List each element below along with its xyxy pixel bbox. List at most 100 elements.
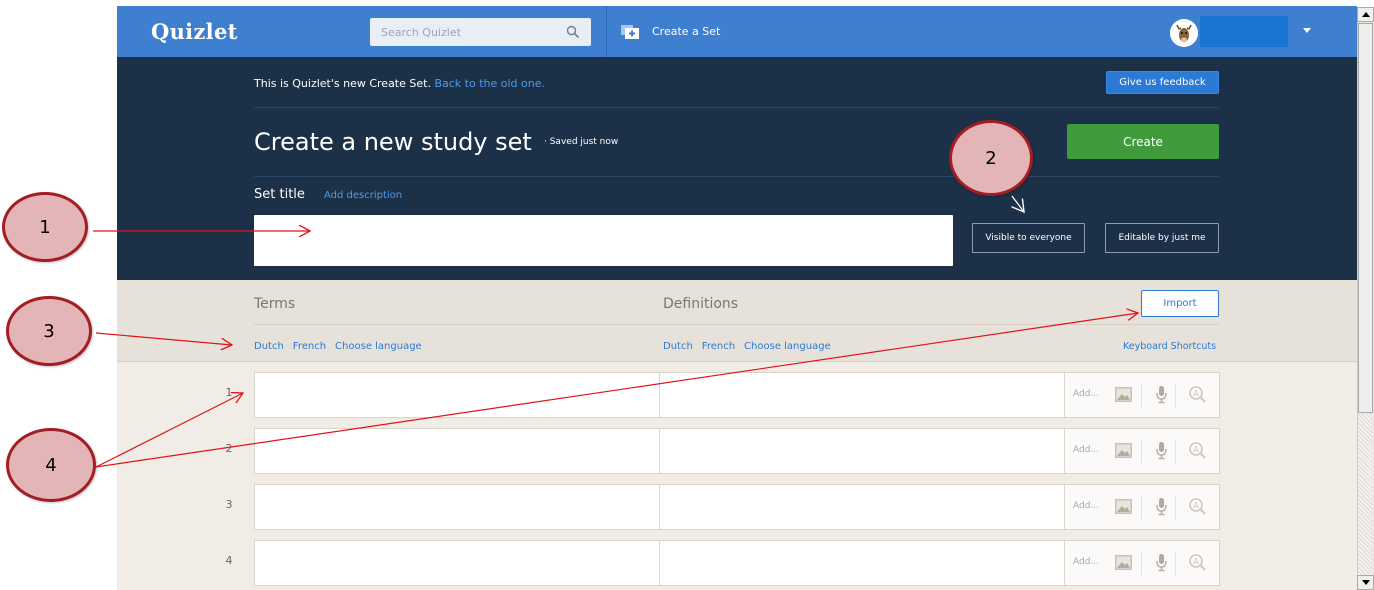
create-set-link[interactable]: Create a Set bbox=[620, 6, 720, 57]
def-lang-dutch[interactable]: Dutch bbox=[663, 341, 693, 352]
card-row: 3 Add... A bbox=[117, 484, 1357, 530]
import-button[interactable]: Import bbox=[1141, 290, 1219, 317]
quizlet-logo[interactable]: Quizlet bbox=[151, 19, 238, 44]
microphone-icon[interactable] bbox=[1152, 385, 1171, 404]
scroll-down-button[interactable] bbox=[1357, 575, 1374, 590]
term-lang-french[interactable]: French bbox=[293, 341, 326, 352]
tool-separator bbox=[1141, 439, 1142, 463]
set-title-input[interactable] bbox=[254, 215, 953, 266]
search-input[interactable] bbox=[370, 18, 591, 46]
arrow-down-icon bbox=[1362, 580, 1370, 585]
card-tools: Add... A bbox=[1065, 541, 1219, 585]
add-label: Add... bbox=[1073, 445, 1100, 455]
avatar[interactable] bbox=[1170, 19, 1198, 47]
image-icon[interactable] bbox=[1114, 441, 1133, 460]
card-row: 1 Add... A bbox=[117, 372, 1357, 418]
image-icon[interactable] bbox=[1114, 553, 1133, 572]
chevron-down-icon[interactable] bbox=[1303, 28, 1311, 33]
search-image-icon[interactable]: A bbox=[1188, 497, 1207, 516]
term-choose-language[interactable]: Choose language bbox=[335, 341, 422, 352]
card-tools: Add... A bbox=[1065, 485, 1219, 529]
card-tools: Add... A bbox=[1065, 429, 1219, 473]
saved-status: · Saved just now bbox=[544, 137, 619, 147]
callout-2: 2 bbox=[949, 120, 1033, 196]
create-set-label: Create a Set bbox=[652, 25, 721, 38]
tool-separator bbox=[1175, 495, 1176, 519]
terms-heading: Terms bbox=[254, 296, 296, 312]
term-language-links: Dutch French Choose language bbox=[254, 341, 422, 352]
keyboard-shortcuts-link[interactable]: Keyboard Shortcuts bbox=[1123, 341, 1216, 352]
search-image-icon[interactable]: A bbox=[1188, 385, 1207, 404]
arrow-up-icon bbox=[1362, 12, 1370, 17]
definition-input[interactable] bbox=[660, 429, 1065, 473]
top-navigation-bar: Quizlet Create a Set bbox=[117, 6, 1357, 57]
divider bbox=[254, 107, 1219, 108]
def-lang-french[interactable]: French bbox=[702, 341, 735, 352]
tool-separator bbox=[1175, 551, 1176, 575]
divider bbox=[254, 324, 1219, 325]
image-icon[interactable] bbox=[1114, 385, 1133, 404]
scrollbar-track[interactable] bbox=[1358, 413, 1373, 576]
card: Add... A bbox=[254, 428, 1220, 474]
card-number: 4 bbox=[225, 554, 233, 567]
tool-separator bbox=[1141, 495, 1142, 519]
definition-input[interactable] bbox=[660, 541, 1065, 585]
editable-button[interactable]: Editable by just me bbox=[1105, 223, 1219, 253]
card-tools: Add... A bbox=[1065, 373, 1219, 417]
old-version-link[interactable]: Back to the old one. bbox=[434, 77, 545, 90]
callout-1: 1 bbox=[2, 192, 88, 262]
term-input[interactable] bbox=[255, 485, 660, 529]
svg-text:A: A bbox=[1193, 445, 1199, 454]
columns-header: Terms Definitions Import Dutch French Ch… bbox=[117, 280, 1357, 362]
create-set-header: This is Quizlet's new Create Set. Back t… bbox=[117, 57, 1357, 280]
term-input[interactable] bbox=[255, 373, 660, 417]
screenshot-stage: Quizlet Create a Set bbox=[0, 0, 1374, 590]
tool-separator bbox=[1175, 439, 1176, 463]
term-lang-dutch[interactable]: Dutch bbox=[254, 341, 284, 352]
set-title-label: Set title bbox=[254, 187, 305, 202]
page-title: Create a new study set bbox=[254, 128, 532, 156]
card: Add... A bbox=[254, 484, 1220, 530]
search-image-icon[interactable]: A bbox=[1188, 553, 1207, 572]
definitions-heading: Definitions bbox=[663, 296, 739, 312]
divider bbox=[254, 176, 1219, 177]
definition-language-links: Dutch French Choose language bbox=[663, 341, 831, 352]
new-create-set-notice: This is Quizlet's new Create Set. Back t… bbox=[254, 77, 545, 90]
image-icon[interactable] bbox=[1114, 497, 1133, 516]
microphone-icon[interactable] bbox=[1152, 441, 1171, 460]
quizlet-app: Quizlet Create a Set bbox=[117, 6, 1357, 590]
svg-text:A: A bbox=[1193, 501, 1199, 510]
card-row: 4 Add... A bbox=[117, 540, 1357, 586]
tool-separator bbox=[1175, 383, 1176, 407]
add-label: Add... bbox=[1073, 501, 1100, 511]
add-description-link[interactable]: Add description bbox=[324, 190, 402, 201]
search-image-icon[interactable]: A bbox=[1188, 441, 1207, 460]
scrollbar-thumb[interactable] bbox=[1358, 23, 1373, 413]
tool-separator bbox=[1141, 551, 1142, 575]
callout-3: 3 bbox=[6, 296, 92, 366]
search-icon[interactable] bbox=[566, 25, 580, 39]
def-choose-language[interactable]: Choose language bbox=[744, 341, 831, 352]
deer-avatar-icon bbox=[1170, 19, 1198, 47]
definition-input[interactable] bbox=[660, 373, 1065, 417]
term-input[interactable] bbox=[255, 429, 660, 473]
tool-separator bbox=[1141, 383, 1142, 407]
card-number: 2 bbox=[225, 442, 233, 455]
card-number: 1 bbox=[225, 386, 233, 399]
nav-separator bbox=[606, 6, 607, 57]
definition-input[interactable] bbox=[660, 485, 1065, 529]
create-button[interactable]: Create bbox=[1067, 124, 1219, 159]
term-input[interactable] bbox=[255, 541, 660, 585]
card: Add... A bbox=[254, 540, 1220, 586]
svg-text:A: A bbox=[1193, 557, 1199, 566]
microphone-icon[interactable] bbox=[1152, 553, 1171, 572]
scroll-up-button[interactable] bbox=[1357, 7, 1374, 22]
notice-text: This is Quizlet's new Create Set. bbox=[254, 77, 431, 90]
add-label: Add... bbox=[1073, 389, 1100, 399]
visibility-button[interactable]: Visible to everyone bbox=[972, 223, 1085, 253]
microphone-icon[interactable] bbox=[1152, 497, 1171, 516]
svg-text:A: A bbox=[1193, 389, 1199, 398]
username-redacted[interactable] bbox=[1200, 16, 1288, 47]
card-number: 3 bbox=[225, 498, 233, 511]
feedback-button[interactable]: Give us feedback bbox=[1106, 71, 1219, 94]
